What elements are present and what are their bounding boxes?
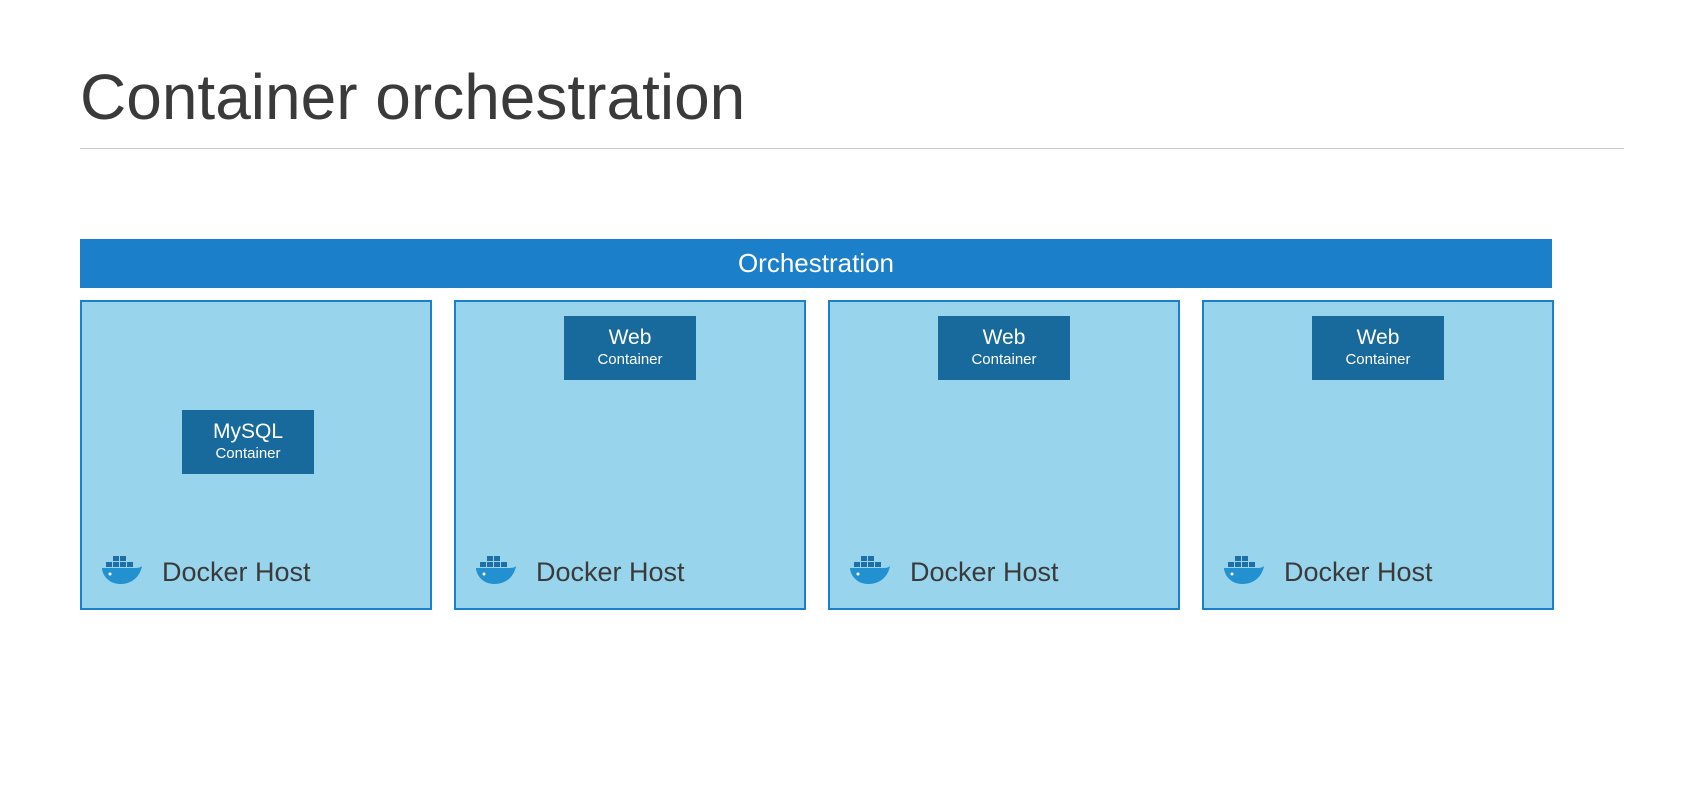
host-footer: Docker Host (1222, 554, 1433, 590)
docker-host-box: Web Container Docker Host (828, 300, 1180, 610)
container-title: MySQL (200, 420, 296, 443)
host-label: Docker Host (536, 557, 685, 588)
title-divider (80, 148, 1624, 149)
orchestration-diagram: Orchestration MySQL Container (80, 239, 1624, 610)
docker-host-box: Web Container Docker Host (454, 300, 806, 610)
container-subtitle: Container (582, 351, 678, 368)
docker-whale-icon (848, 554, 892, 590)
container-subtitle: Container (1330, 351, 1426, 368)
hosts-row: MySQL Container Docker Hos (80, 300, 1624, 610)
docker-host-box: MySQL Container Docker Hos (80, 300, 432, 610)
orchestration-bar: Orchestration (80, 239, 1552, 288)
docker-host-box: Web Container Docker Host (1202, 300, 1554, 610)
host-footer: Docker Host (848, 554, 1059, 590)
container-badge: MySQL Container (182, 410, 314, 474)
host-label: Docker Host (162, 557, 311, 588)
host-footer: Docker Host (474, 554, 685, 590)
container-title: Web (1330, 326, 1426, 349)
container-badge: Web Container (938, 316, 1070, 380)
container-badge: Web Container (564, 316, 696, 380)
host-label: Docker Host (910, 557, 1059, 588)
container-subtitle: Container (200, 445, 296, 462)
docker-whale-icon (474, 554, 518, 590)
docker-whale-icon (100, 554, 144, 590)
slide-title: Container orchestration (80, 60, 1624, 134)
container-badge: Web Container (1312, 316, 1444, 380)
container-subtitle: Container (956, 351, 1052, 368)
container-title: Web (956, 326, 1052, 349)
container-title: Web (582, 326, 678, 349)
host-label: Docker Host (1284, 557, 1433, 588)
docker-whale-icon (1222, 554, 1266, 590)
host-footer: Docker Host (100, 554, 311, 590)
